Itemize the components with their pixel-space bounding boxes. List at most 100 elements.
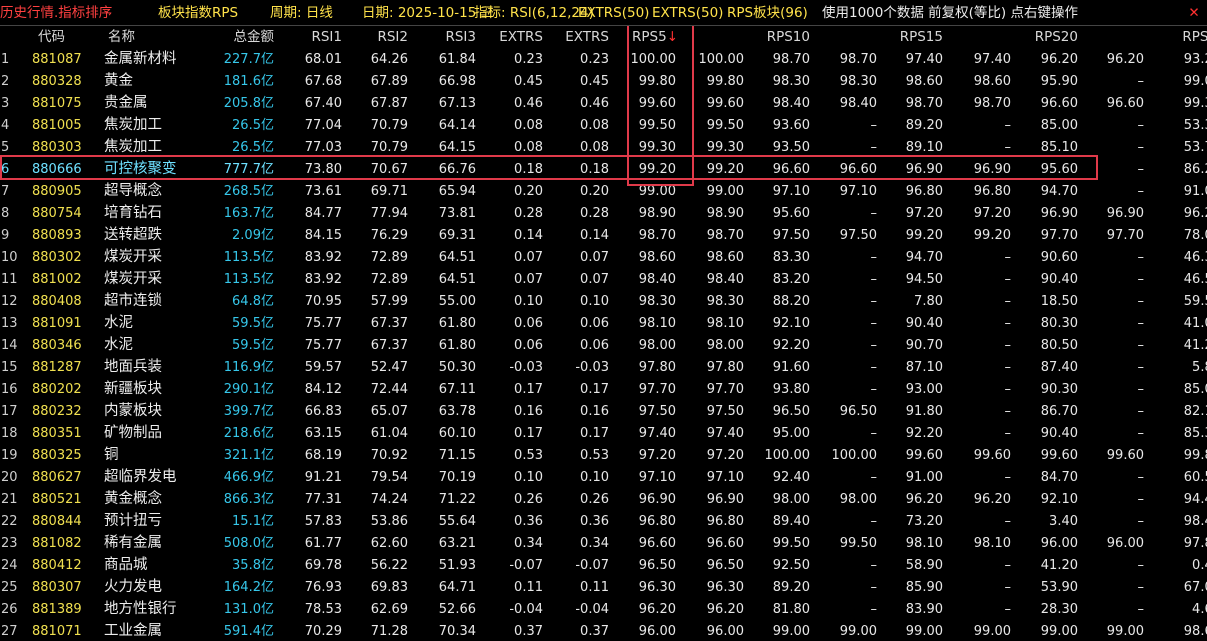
row-index: 23	[1, 536, 18, 551]
row-amount: 164.2亿	[200, 580, 274, 595]
header-extrs[interactable]: EXTRS	[539, 30, 609, 45]
amount-value: 131.0	[223, 602, 261, 617]
row-amount: 268.5亿	[200, 184, 274, 199]
table-row[interactable]: 8 880754 培育钻石 163.7亿 84.77 77.94 73.81 0.28 0.28…	[0, 202, 1207, 224]
row-cell: 0.34	[514, 536, 543, 551]
header-rps5[interactable]: RPS5	[1147, 30, 1207, 45]
row-cell: 62.69	[370, 602, 408, 617]
row-cell: 98.70	[772, 52, 810, 67]
row-cell: 97.50	[638, 404, 676, 419]
table-row[interactable]: 7 880905 超导概念 268.5亿 73.61 69.71 65.94 0.20 0.20…	[0, 180, 1207, 202]
row-code: 881005	[32, 118, 82, 133]
amount-value: 116.9	[223, 360, 261, 375]
row-code: 881087	[32, 52, 82, 67]
row-amount: 131.0亿	[200, 602, 274, 617]
row-cell: 99.60	[638, 96, 676, 111]
table-row[interactable]: 6 880666 可控核聚变 777.7亿 73.80 70.67 66.76 0.18 0.1…	[0, 158, 1207, 180]
table-row[interactable]: 1 881087 金属新材料 227.7亿 68.01 64.26 61.84 0.23 0.2…	[0, 48, 1207, 70]
row-cell: 92.10	[772, 316, 810, 331]
row-cell: –	[870, 580, 878, 595]
row-cell: 98.60	[706, 250, 744, 265]
table-row[interactable]: 5 880303 焦炭加工 26.5亿 77.03 70.79 64.15 0.08 0.08 9…	[0, 136, 1207, 158]
row-cell: 61.80	[438, 338, 476, 353]
row-cell: 0.20	[580, 184, 609, 199]
row-cell: 96.90	[973, 162, 1011, 177]
header-amount[interactable]: 总金额	[200, 30, 275, 45]
header-rps5[interactable]: RPS5↓	[608, 30, 678, 45]
row-cell: 99.50	[772, 536, 810, 551]
row-amount: 205.8亿	[200, 96, 274, 111]
table-row[interactable]: 16 880202 新疆板块 290.1亿 84.12 72.44 67.11 0.17 0.1…	[0, 378, 1207, 400]
row-cell: 95.00	[772, 426, 810, 441]
row-cell: 99.50	[839, 536, 877, 551]
row-cell: 96.20	[1040, 52, 1078, 67]
row-cell: 83.92	[304, 272, 342, 287]
header-rsi1[interactable]: RSI1	[272, 30, 342, 45]
table-row[interactable]: 27 881071 工业金属 591.4亿 70.29 71.28 70.34 0.37 0.3…	[0, 620, 1207, 641]
table-row[interactable]: 10 880302 煤炭开采 113.5亿 83.92 72.89 64.51 0.07 0.0…	[0, 246, 1207, 268]
row-cell: –	[1004, 250, 1012, 265]
row-cell: 66.76	[438, 162, 476, 177]
table-row[interactable]: 13 881091 水泥 59.5亿 75.77 67.37 61.80 0.06 0.06 98…	[0, 312, 1207, 334]
table-row[interactable]: 11 881002 煤炭开采 113.5亿 83.92 72.89 64.51 0.07 0.0…	[0, 268, 1207, 290]
indicator-table[interactable]: 代码 名称 总金额 RSI1 RSI2 RSI3 EXTRS EXTRS RPS5↓ RPS10 R…	[0, 26, 1207, 641]
row-cell: 96.20	[973, 492, 1011, 507]
table-row[interactable]: 19 880325 铜 321.1亿 68.19 70.92 71.15 0.53 0.53 97…	[0, 444, 1207, 466]
row-cell: 0.46	[514, 96, 543, 111]
header-rsi2[interactable]: RSI2	[338, 30, 408, 45]
table-row[interactable]: 14 880346 水泥 59.5亿 75.77 67.37 61.80 0.06 0.06 98…	[0, 334, 1207, 356]
row-code: 880328	[32, 74, 82, 89]
row-cell: 96.90	[638, 492, 676, 507]
row-index: 17	[1, 404, 18, 419]
row-cell: –	[1137, 514, 1145, 529]
table-row[interactable]: 18 880351 矿物制品 218.6亿 63.15 61.04 60.10 0.17 0.1…	[0, 422, 1207, 444]
amount-value: 508.0	[223, 536, 261, 551]
row-cell: 0.45	[514, 74, 543, 89]
table-row[interactable]: 23 881082 稀有金属 508.0亿 61.77 62.60 63.21 0.34 0.3…	[0, 532, 1207, 554]
table-row[interactable]: 24 880412 商品城 35.8亿 69.78 56.22 51.93 -0.07 -0.0…	[0, 554, 1207, 576]
table-row[interactable]: 22 880844 预计扭亏 15.1亿 57.83 53.86 55.64 0.36 0.36…	[0, 510, 1207, 532]
row-cell: 0.08	[580, 118, 609, 133]
row-cell: 70.29	[304, 624, 342, 639]
table-row[interactable]: 2 880328 黄金 181.6亿 67.68 67.89 66.98 0.45 0.45 99…	[0, 70, 1207, 92]
table-row[interactable]: 20 880627 超临界发电 466.9亿 91.21 79.54 70.19 0.10 0.…	[0, 466, 1207, 488]
header-rps20[interactable]: RPS20	[1008, 30, 1078, 45]
close-icon[interactable]: ✕	[1186, 5, 1202, 21]
table-row[interactable]: 12 880408 超市连锁 64.8亿 70.95 57.99 55.00 0.10 0.10…	[0, 290, 1207, 312]
row-cell: 0.10	[514, 294, 543, 309]
row-index: 11	[1, 272, 18, 287]
row-cell: 73.81	[438, 206, 476, 221]
row-cell: 64.15	[438, 140, 476, 155]
row-cell: 99.00	[638, 184, 676, 199]
row-cell: 0.37	[514, 624, 543, 639]
row-cell: –	[1004, 294, 1012, 309]
table-row[interactable]: 4 881005 焦炭加工 26.5亿 77.04 70.79 64.14 0.08 0.08 9…	[0, 114, 1207, 136]
row-cell: –	[1137, 272, 1145, 287]
row-cell: –	[870, 558, 878, 573]
header-rsi3[interactable]: RSI3	[406, 30, 476, 45]
row-cell: 3.40	[1049, 514, 1078, 529]
header-extrs[interactable]: EXTRS	[473, 30, 543, 45]
row-cell: 96.60	[772, 162, 810, 177]
row-cell: 96.00	[706, 624, 744, 639]
table-row[interactable]: 3 881075 贵金属 205.8亿 67.40 67.87 67.13 0.46 0.46 9…	[0, 92, 1207, 114]
table-row[interactable]: 15 881287 地面兵装 116.9亿 59.57 52.47 50.30 -0.03 -0…	[0, 356, 1207, 378]
table-row[interactable]: 21 880521 黄金概念 866.3亿 77.31 74.24 71.22 0.26 0.2…	[0, 488, 1207, 510]
table-row[interactable]: 26 881389 地方性银行 131.0亿 78.53 62.69 52.66 -0.04 -…	[0, 598, 1207, 620]
header-rps15[interactable]: RPS15	[873, 30, 943, 45]
row-cell: 99.00	[839, 624, 877, 639]
header-name[interactable]: 名称	[108, 30, 135, 45]
table-row[interactable]: 25 880307 火力发电 164.2亿 76.93 69.83 64.71 0.11 0.1…	[0, 576, 1207, 598]
row-cell: 60.10	[438, 426, 476, 441]
table-row[interactable]: 9 880893 送转超跌 2.09亿 84.15 76.29 69.31 0.14 0.14 9…	[0, 224, 1207, 246]
row-cell: 67.40	[304, 96, 342, 111]
row-cell: 96.20	[1106, 52, 1144, 67]
row-name: 超市连锁	[104, 293, 162, 309]
row-code: 881002	[32, 272, 82, 287]
table-row[interactable]: 17 880232 内蒙板块 399.7亿 66.83 65.07 63.78 0.16 0.1…	[0, 400, 1207, 422]
row-cell: 76.29	[370, 228, 408, 243]
header-code[interactable]: 代码	[38, 30, 65, 45]
row-name: 内蒙板块	[104, 403, 162, 419]
header-rps10[interactable]: RPS10	[740, 30, 810, 45]
row-cell: 0.23	[580, 52, 609, 67]
